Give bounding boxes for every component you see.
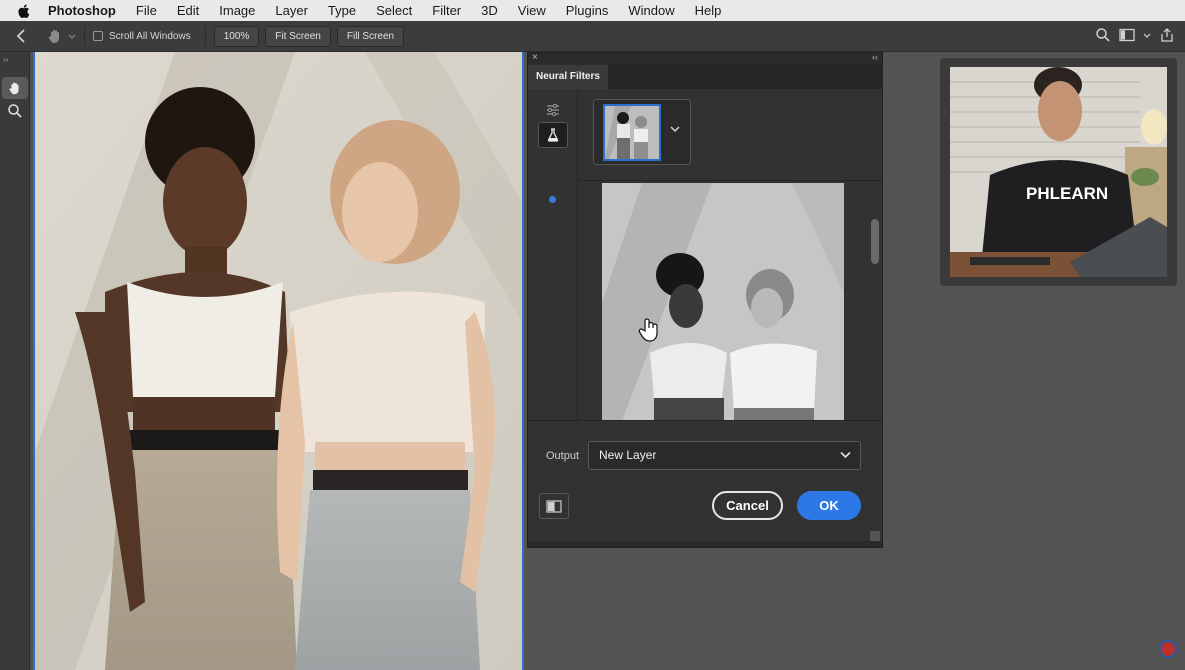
output-select-value: New Layer bbox=[599, 448, 657, 462]
active-filter-indicator bbox=[549, 196, 556, 203]
menu-edit[interactable]: Edit bbox=[177, 3, 199, 18]
hand-icon bbox=[9, 82, 19, 95]
photo-two-women bbox=[35, 52, 522, 670]
chevron-down-icon bbox=[840, 451, 851, 459]
presenter-webcam-overlay: PHLEARN bbox=[940, 58, 1177, 286]
workspace-chevron-icon[interactable] bbox=[1143, 31, 1151, 39]
separator bbox=[204, 26, 206, 46]
sliders-icon bbox=[547, 104, 559, 116]
tab-neural-filters[interactable]: Neural Filters bbox=[528, 65, 608, 89]
hand-cursor-icon bbox=[638, 318, 658, 342]
flask-icon bbox=[547, 128, 559, 142]
menu-plugins[interactable]: Plugins bbox=[566, 3, 609, 18]
search-icon[interactable] bbox=[1095, 27, 1111, 43]
tool-preset-chevron-icon[interactable] bbox=[68, 32, 76, 40]
panel-horizontal-scrollbar[interactable] bbox=[528, 541, 882, 547]
cancel-button[interactable]: Cancel bbox=[712, 491, 783, 520]
menu-help[interactable]: Help bbox=[695, 3, 722, 18]
hand-tool-icon[interactable] bbox=[46, 27, 64, 45]
beta-filters-button[interactable] bbox=[538, 122, 568, 148]
presenter-video-frame: PHLEARN bbox=[950, 67, 1167, 277]
split-view-icon bbox=[546, 499, 562, 513]
thumbnail-bw-photo bbox=[605, 106, 659, 159]
tools-collapse-icon[interactable]: ›› bbox=[3, 55, 8, 64]
menu-filter[interactable]: Filter bbox=[432, 3, 461, 18]
menu-file[interactable]: File bbox=[136, 3, 157, 18]
ok-button[interactable]: OK bbox=[797, 491, 861, 520]
menu-type[interactable]: Type bbox=[328, 3, 356, 18]
divider bbox=[528, 420, 882, 421]
zoom-tool-button[interactable] bbox=[2, 100, 28, 122]
options-bar-right-icons bbox=[1095, 27, 1175, 43]
fit-screen-button[interactable]: Fit Screen bbox=[265, 25, 331, 47]
apple-logo-icon[interactable] bbox=[16, 3, 30, 19]
filter-preview-image[interactable] bbox=[602, 183, 844, 421]
hand-tool-button[interactable] bbox=[2, 77, 28, 99]
webcam-video: PHLEARN bbox=[950, 67, 1167, 277]
menu-select[interactable]: Select bbox=[376, 3, 412, 18]
share-icon[interactable] bbox=[1159, 27, 1175, 43]
separator bbox=[84, 26, 85, 46]
menu-bar: Photoshop File Edit Image Layer Type Sel… bbox=[0, 0, 1185, 21]
reference-thumbnail[interactable] bbox=[603, 104, 661, 161]
scroll-all-windows-option[interactable]: Scroll All Windows bbox=[93, 31, 191, 42]
tools-panel: ›› bbox=[0, 52, 30, 670]
all-filters-button[interactable] bbox=[538, 97, 568, 123]
workspace-icon[interactable] bbox=[1119, 28, 1135, 42]
channel-logo-icon bbox=[1159, 640, 1177, 658]
scroll-all-windows-label: Scroll All Windows bbox=[109, 30, 191, 42]
panel-tab-strip: Neural Filters bbox=[528, 65, 882, 89]
preview-bw-photo bbox=[602, 183, 844, 421]
panel-header-bar: × ‹‹ bbox=[528, 52, 882, 65]
document-canvas[interactable] bbox=[33, 52, 524, 670]
fill-screen-button[interactable]: Fill Screen bbox=[336, 25, 405, 47]
zoom-icon bbox=[8, 104, 22, 118]
reference-image-selector[interactable] bbox=[593, 99, 691, 165]
panel-scrollbar[interactable] bbox=[871, 219, 879, 264]
chevron-down-icon[interactable] bbox=[670, 125, 680, 133]
menu-3d[interactable]: 3D bbox=[481, 3, 498, 18]
close-icon[interactable]: × bbox=[532, 52, 538, 63]
menu-window[interactable]: Window bbox=[628, 3, 674, 18]
options-bar: Scroll All Windows 100% Fit Screen Fill … bbox=[0, 21, 1185, 52]
neural-filters-panel: × ‹‹ Neural Filters Output New Layer Can… bbox=[527, 52, 883, 548]
menu-view[interactable]: View bbox=[518, 3, 546, 18]
menu-image[interactable]: Image bbox=[219, 3, 255, 18]
zoom-100-button[interactable]: 100% bbox=[213, 25, 260, 47]
filter-category-column bbox=[528, 89, 578, 420]
menu-app-photoshop[interactable]: Photoshop bbox=[48, 3, 116, 18]
collapse-panel-icon[interactable]: ‹‹ bbox=[872, 52, 878, 62]
preview-area bbox=[578, 180, 882, 421]
back-chevron-icon[interactable] bbox=[14, 28, 30, 44]
output-label: Output bbox=[546, 450, 580, 462]
output-select[interactable]: New Layer bbox=[588, 441, 861, 470]
before-after-toggle-button[interactable] bbox=[539, 493, 569, 519]
menu-layer[interactable]: Layer bbox=[275, 3, 308, 18]
presenter-shirt-text: PHLEARN bbox=[1026, 184, 1108, 203]
scroll-all-windows-checkbox[interactable] bbox=[93, 31, 103, 41]
